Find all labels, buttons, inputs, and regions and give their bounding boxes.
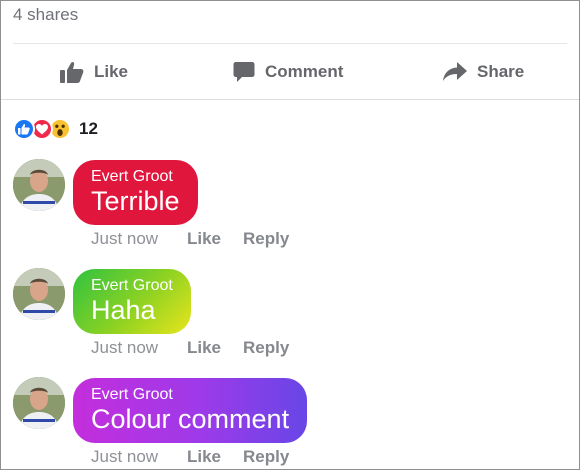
comment-bubble[interactable]: Evert Groot Terrible bbox=[73, 160, 198, 225]
comment-timestamp[interactable]: Just now bbox=[91, 447, 187, 467]
post-action-bar: Like Comment Share bbox=[1, 45, 579, 99]
share-button[interactable]: Share bbox=[443, 45, 524, 99]
comment-bubble[interactable]: Evert Groot Haha bbox=[73, 269, 191, 334]
facebook-post-comments: 4 shares Like Comment Share 12 Evert Gro… bbox=[0, 0, 580, 470]
comment-button-label: Comment bbox=[265, 62, 344, 81]
comment-like-link[interactable]: Like bbox=[187, 338, 243, 358]
comment-icon bbox=[233, 61, 255, 83]
comment-text: Terrible bbox=[91, 186, 180, 216]
comment-text: Haha bbox=[91, 295, 156, 325]
comment-timestamp[interactable]: Just now bbox=[91, 338, 187, 358]
avatar[interactable] bbox=[13, 159, 65, 211]
comment-author[interactable]: Evert Groot bbox=[91, 386, 289, 404]
divider bbox=[13, 43, 567, 44]
comment-author[interactable]: Evert Groot bbox=[91, 168, 180, 186]
comment-reply-link[interactable]: Reply bbox=[243, 229, 289, 249]
comment-meta: Just now Like Reply bbox=[91, 338, 289, 358]
comment-bubble[interactable]: Evert Groot Colour comment bbox=[73, 378, 308, 443]
share-button-label: Share bbox=[477, 62, 525, 81]
comment-meta: Just now Like Reply bbox=[91, 229, 289, 249]
comment-text: Colour comment bbox=[91, 404, 290, 434]
thumbs-up-icon bbox=[60, 61, 84, 83]
avatar[interactable] bbox=[13, 377, 65, 429]
share-arrow-icon bbox=[443, 62, 467, 82]
shares-count[interactable]: 4 shares bbox=[13, 5, 78, 25]
comment-timestamp[interactable]: Just now bbox=[91, 229, 187, 249]
divider bbox=[1, 99, 579, 100]
comment-author[interactable]: Evert Groot bbox=[91, 277, 173, 295]
like-button-label: Like bbox=[94, 62, 129, 81]
comment-like-link[interactable]: Like bbox=[187, 229, 243, 249]
like-reaction-icon bbox=[13, 118, 35, 140]
like-button[interactable]: Like bbox=[60, 45, 128, 99]
avatar[interactable] bbox=[13, 268, 65, 320]
comment-reply-link[interactable]: Reply bbox=[243, 447, 289, 467]
comment-reply-link[interactable]: Reply bbox=[243, 338, 289, 358]
comment-button[interactable]: Comment bbox=[233, 45, 343, 99]
reaction-count: 12 bbox=[79, 119, 98, 138]
reactions-summary[interactable]: 12 bbox=[13, 118, 98, 140]
comment-meta: Just now Like Reply bbox=[91, 447, 289, 467]
comment-like-link[interactable]: Like bbox=[187, 447, 243, 467]
